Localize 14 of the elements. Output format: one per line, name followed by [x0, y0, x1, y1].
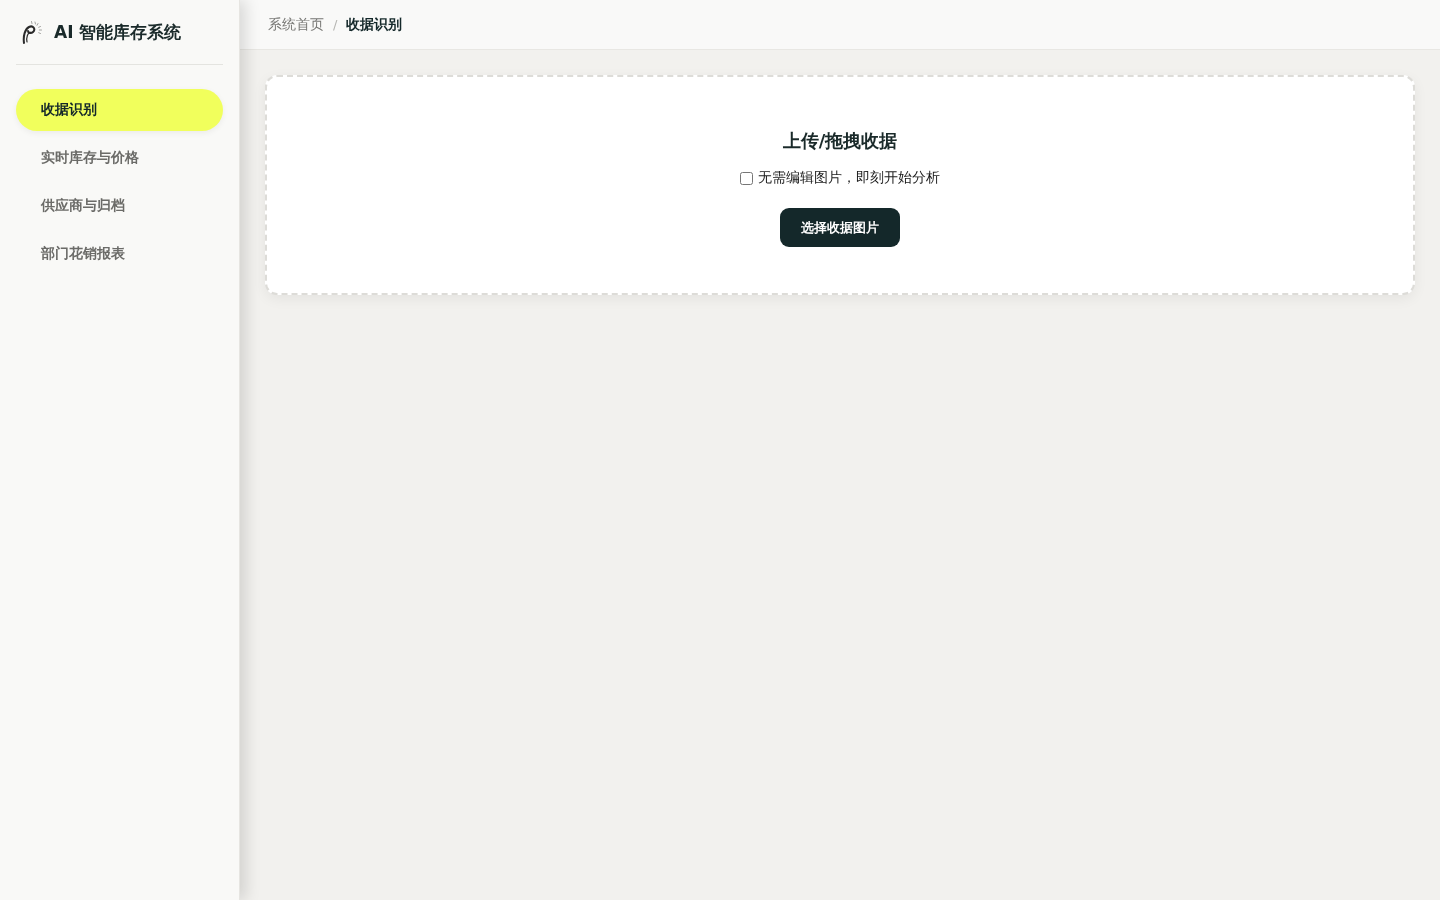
app-title: AI 智能库存系统	[54, 20, 182, 44]
nav-item[interactable]: 实时库存与价格	[16, 137, 223, 179]
select-image-button[interactable]: 选择收据图片	[780, 208, 900, 247]
checkbox-label: 无需编辑图片，即刻开始分析	[758, 169, 940, 187]
breadcrumb-link[interactable]: 系统首页	[268, 15, 324, 34]
upload-title: 上传/拖拽收据	[782, 129, 898, 153]
breadcrumb-separator: /	[333, 17, 338, 32]
breadcrumb-current: 收据识别	[346, 15, 403, 34]
nav-item[interactable]: 部门花销报表	[16, 233, 223, 275]
logo-icon	[20, 20, 42, 44]
nav-item[interactable]: 供应商与归档	[16, 185, 223, 227]
upload-dropzone[interactable]: 上传/拖拽收据 无需编辑图片，即刻开始分析 选择收据图片	[265, 75, 1415, 295]
nav-item[interactable]: 收据识别	[16, 89, 223, 131]
checkbox[interactable]	[740, 171, 753, 185]
